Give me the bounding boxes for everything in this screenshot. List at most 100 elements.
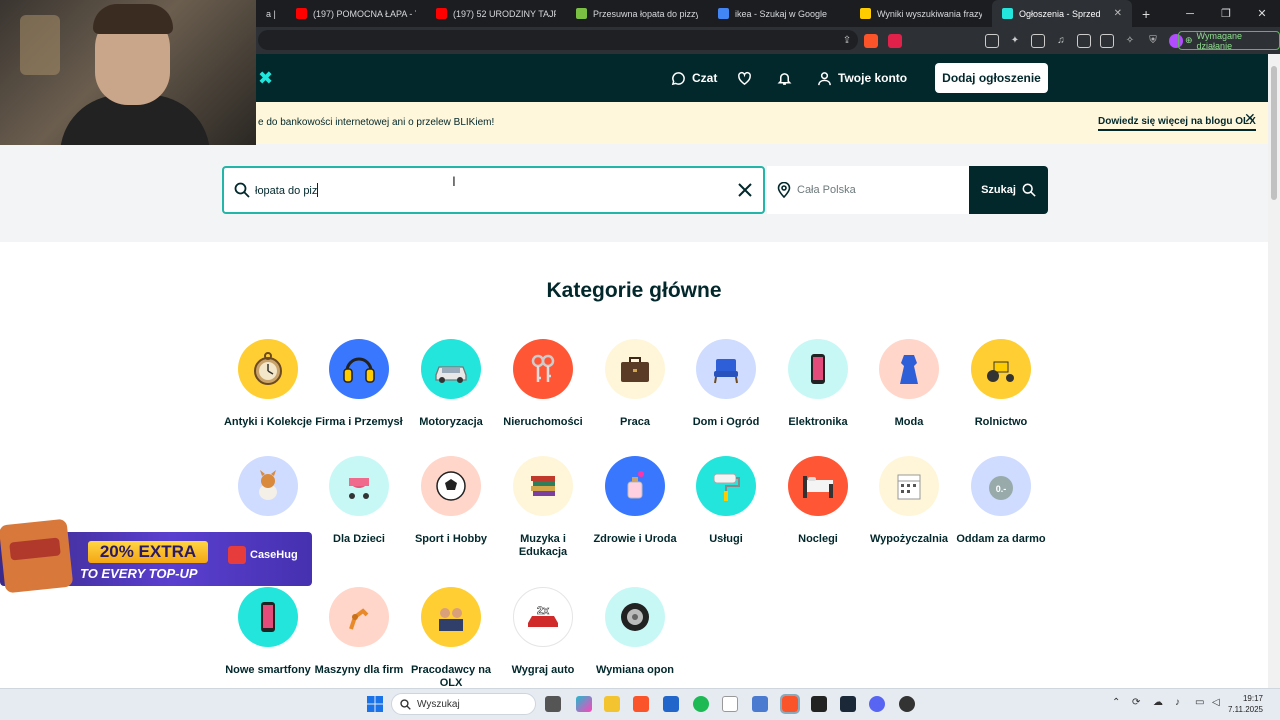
- browser-tab[interactable]: Przesuwna łopata do pizzy, pra: [566, 0, 708, 27]
- bell-icon: [777, 72, 792, 85]
- task-view-icon[interactable]: [545, 696, 561, 712]
- puzzle-icon[interactable]: ✦: [1008, 34, 1022, 48]
- microphone-icon[interactable]: ♪: [1175, 697, 1180, 708]
- category-item[interactable]: Antyki i Kolekcje: [222, 339, 314, 429]
- favorites-link[interactable]: [737, 54, 752, 102]
- maximize-icon[interactable]: ❐: [1208, 0, 1244, 27]
- search-input[interactable]: [255, 182, 725, 200]
- tab-title: Przesuwna łopata do pizzy, pra: [593, 8, 698, 19]
- tray-chevron-icon[interactable]: ⌃: [1112, 697, 1120, 708]
- brave-rewards-icon[interactable]: [888, 33, 902, 48]
- books-icon: [531, 476, 555, 496]
- location-input[interactable]: Cała Polska: [797, 184, 856, 196]
- tab-close-icon[interactable]: ✕: [1114, 8, 1122, 19]
- tab-favicon-icon: [1002, 8, 1013, 19]
- spotify-icon[interactable]: [693, 696, 709, 712]
- wallet-icon[interactable]: [1100, 33, 1114, 48]
- network-icon[interactable]: ▭: [1195, 697, 1204, 708]
- category-item[interactable]: Sport i Hobby: [405, 456, 497, 546]
- category-label: Maszyny dla firm: [314, 664, 404, 676]
- tire-icon: [621, 603, 649, 631]
- browser-tab[interactable]: ikea - Szukaj w Google: [708, 0, 850, 27]
- category-item[interactable]: Zdrowie i Uroda: [589, 456, 681, 546]
- notice-blog-link[interactable]: Dowiedz się więcej na blogu OLX: [1098, 116, 1256, 131]
- svg-text:0.-: 0.-: [996, 484, 1007, 494]
- category-image: [605, 456, 665, 516]
- minimize-icon[interactable]: ─: [1172, 0, 1208, 27]
- steam-icon[interactable]: [840, 696, 856, 712]
- category-item[interactable]: Dom i Ogród: [680, 339, 772, 429]
- ad-brand-name: CaseHug: [250, 549, 298, 561]
- category-image: [605, 339, 665, 399]
- browser-tab[interactable]: a | St: [256, 0, 286, 27]
- category-item[interactable]: Firma i Przemysł: [313, 339, 405, 429]
- category-item[interactable]: Maszyny dla firm: [313, 587, 405, 677]
- close-window-icon[interactable]: ✕: [1244, 0, 1280, 27]
- music-icon[interactable]: ♫: [1054, 34, 1068, 48]
- copilot-icon[interactable]: [576, 696, 592, 712]
- category-item[interactable]: Nieruchomości: [497, 339, 589, 429]
- notifications-link[interactable]: [777, 54, 792, 102]
- category-item[interactable]: Dla Dzieci: [313, 456, 405, 546]
- search-button[interactable]: Szukaj: [969, 166, 1048, 214]
- vpn-icon[interactable]: ⛨: [1146, 34, 1160, 48]
- category-image: [696, 456, 756, 516]
- category-image: [421, 587, 481, 647]
- required-action-button[interactable]: ⊕ Wymagane działanie: [1178, 31, 1280, 51]
- category-item[interactable]: Moda: [863, 339, 955, 429]
- category-item[interactable]: Muzyka i Edukacja: [497, 456, 589, 559]
- address-bar[interactable]: [258, 30, 858, 50]
- windows-start-icon[interactable]: [367, 696, 383, 712]
- new-tab-button[interactable]: +: [1132, 6, 1160, 22]
- category-item[interactable]: 2x Wygraj auto: [497, 587, 589, 677]
- category-item[interactable]: Nowe smartfony: [222, 587, 314, 677]
- category-label: Nowe smartfony: [225, 664, 311, 676]
- taskbar-search[interactable]: Wyszukaj: [391, 693, 536, 715]
- cloud-icon[interactable]: ☁: [1153, 697, 1163, 708]
- browser-tab[interactable]: (197) 52 URODZINY TAJFUNA: [426, 0, 566, 27]
- casehug-ad-overlay[interactable]: 20% EXTRA TO EVERY TOP-UP CaseHug: [0, 518, 312, 594]
- calculator-icon[interactable]: [752, 696, 768, 712]
- browser-tab[interactable]: Ogłoszenia - Sprzedam, ku ✕: [992, 0, 1132, 27]
- clear-search-icon[interactable]: [737, 182, 753, 198]
- close-icon[interactable]: ✕: [1244, 111, 1258, 125]
- sidebar-icon[interactable]: [1077, 33, 1091, 48]
- store-icon[interactable]: [663, 696, 679, 712]
- sync-icon[interactable]: ⟳: [1132, 697, 1140, 708]
- category-item[interactable]: Usługi: [680, 456, 772, 546]
- armchair-icon: [714, 359, 738, 384]
- terminal-icon[interactable]: [811, 696, 827, 712]
- volume-icon[interactable]: ◁: [1212, 697, 1220, 708]
- category-item[interactable]: Elektronika: [772, 339, 864, 429]
- category-item[interactable]: Wypożyczalnia: [863, 456, 955, 546]
- category-item[interactable]: Motoryzacja: [405, 339, 497, 429]
- chat-link[interactable]: Czat: [671, 54, 717, 102]
- category-item[interactable]: Rolnictwo: [955, 339, 1047, 429]
- category-item[interactable]: Praca: [589, 339, 681, 429]
- category-label: Usługi: [709, 533, 743, 545]
- brave-active-icon[interactable]: [780, 694, 800, 714]
- category-image: [238, 339, 298, 399]
- notepad-icon[interactable]: [722, 696, 738, 712]
- system-clock[interactable]: 19:17 7.11.2025: [1228, 693, 1263, 715]
- chat-icon: [671, 71, 685, 85]
- leo-icon[interactable]: ✧: [1123, 34, 1137, 48]
- browser-tab[interactable]: Wyniki wyszukiwania frazy Łop: [850, 0, 992, 27]
- extension-icon[interactable]: [985, 33, 999, 48]
- add-listing-button[interactable]: Dodaj ogłoszenie: [935, 63, 1048, 93]
- scrollbar-thumb[interactable]: [1271, 66, 1277, 200]
- file-explorer-icon[interactable]: [604, 696, 620, 712]
- olx-logo[interactable]: ✖: [258, 69, 273, 87]
- category-item[interactable]: 0.- Oddam za darmo: [955, 456, 1047, 546]
- obs-icon[interactable]: [899, 696, 915, 712]
- screenshot-icon[interactable]: [1031, 33, 1045, 48]
- discord-icon[interactable]: [869, 696, 885, 712]
- brave-browser-icon[interactable]: [633, 696, 649, 712]
- share-icon[interactable]: ⇪: [840, 34, 854, 48]
- category-item[interactable]: Pracodawcy na OLX: [405, 587, 497, 690]
- category-item[interactable]: Noclegi: [772, 456, 864, 546]
- account-link[interactable]: Twoje konto: [817, 54, 907, 102]
- category-item[interactable]: Wymiana opon: [589, 587, 681, 677]
- brave-shields-icon[interactable]: [864, 33, 878, 48]
- browser-tab[interactable]: (197) POMOCNA ŁAPA - YouTu: [286, 0, 426, 27]
